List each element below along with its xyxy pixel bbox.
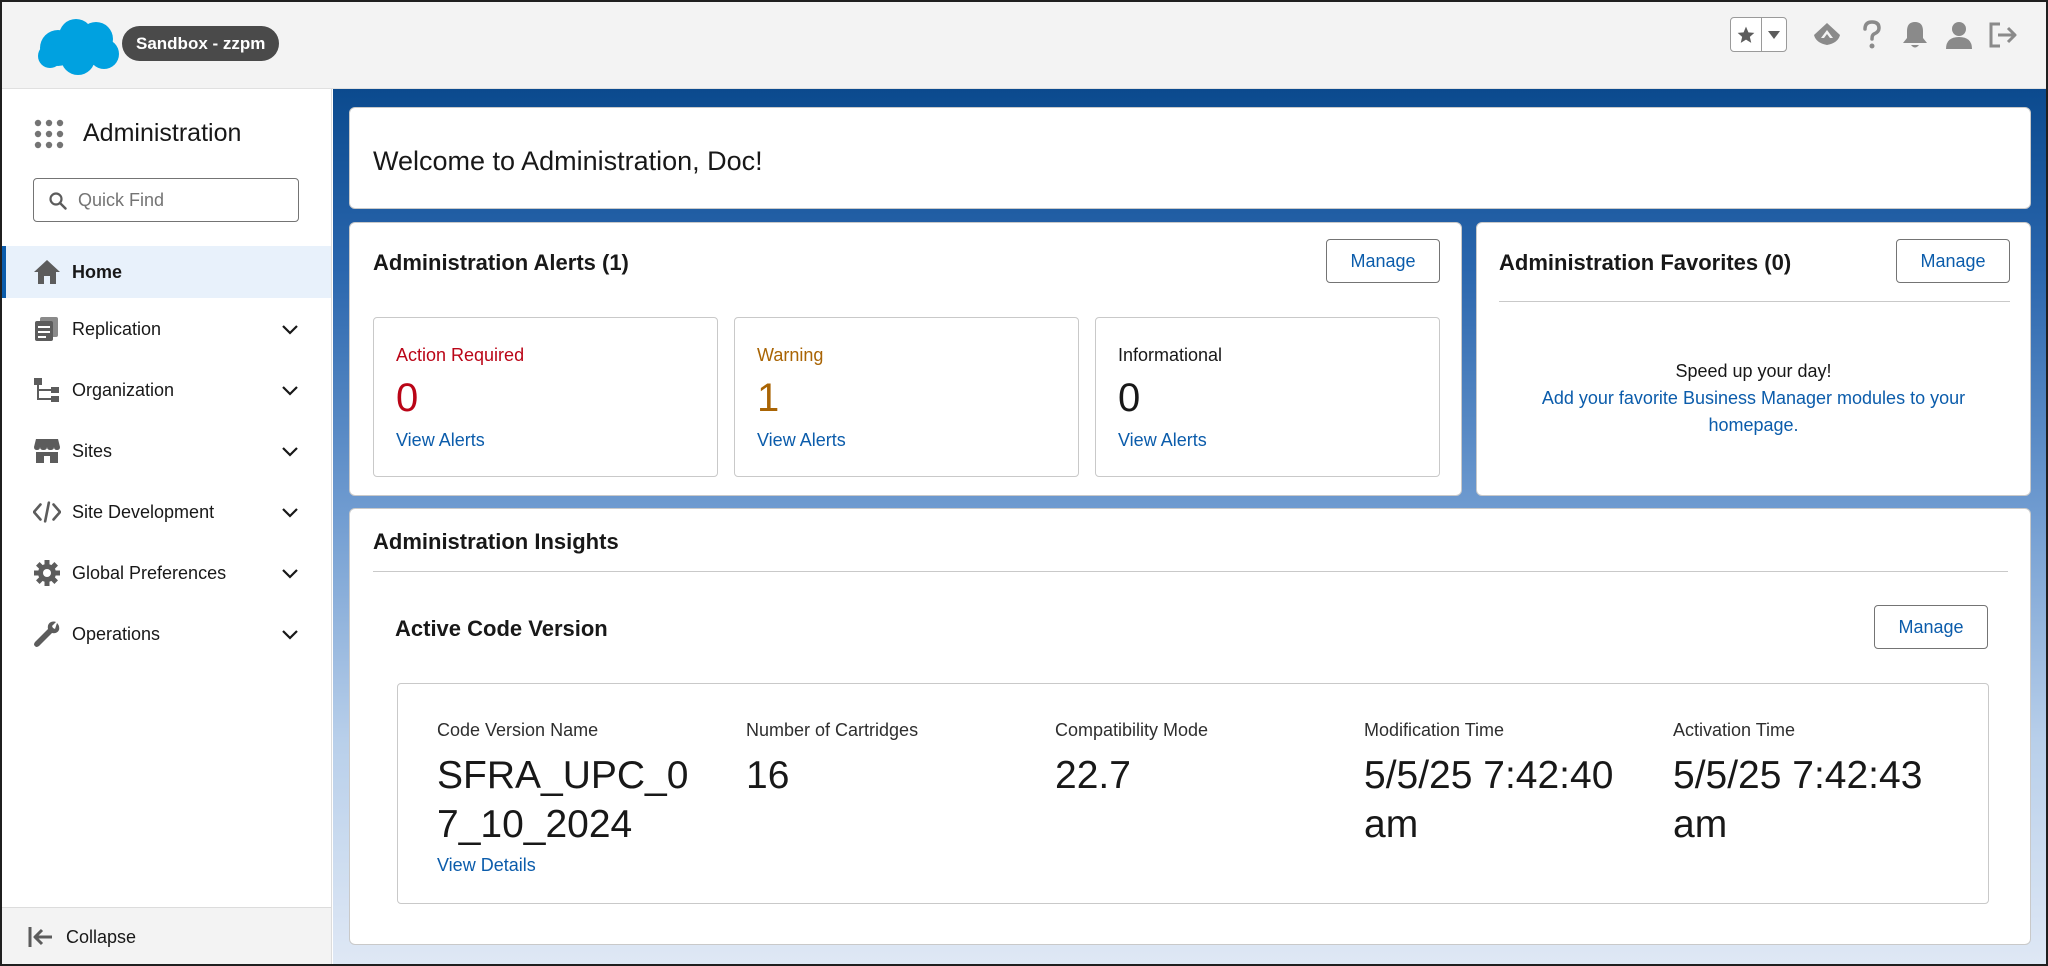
welcome-card: Welcome to Administration, Doc! <box>349 107 2031 209</box>
field-value: 22.7 <box>1055 754 1131 797</box>
view-details-link[interactable]: View Details <box>437 855 717 876</box>
administration-alerts-card: Administration Alerts (1) Manage Action … <box>349 222 1462 496</box>
chevron-down-icon[interactable] <box>278 378 302 402</box>
chevron-down-icon[interactable] <box>278 500 302 524</box>
favorites-divider <box>1499 301 2010 302</box>
alert-label: Warning <box>757 345 824 365</box>
chevron-down-icon[interactable] <box>278 622 302 646</box>
alerts-manage-button[interactable]: Manage <box>1326 239 1440 283</box>
sidebar-item-label: Organization <box>72 379 175 400</box>
field-label: Code Version Name <box>437 720 599 740</box>
search-icon <box>49 192 67 210</box>
favorites-empty-message: Speed up your day! <box>1675 361 1832 381</box>
administration-insights-card: Administration Insights Active Code Vers… <box>349 508 2031 945</box>
favorites-button-group <box>1730 17 1787 52</box>
field-label: Modification Time <box>1364 720 1505 740</box>
activation-time-field: Activation Time 5/5/25 7:42:43 am <box>1673 720 1963 849</box>
welcome-heading: Welcome to Administration, Doc! <box>373 146 763 176</box>
sidebar-item-home[interactable]: Home <box>2 246 331 298</box>
field-label: Activation Time <box>1673 720 1796 740</box>
sidebar-item-global-preferences[interactable]: Global Preferences <box>2 547 331 599</box>
sidebar-item-label: Operations <box>72 623 161 644</box>
field-value: SFRA_UPC_07_10_2024 <box>437 754 689 846</box>
sidebar-item-site-development[interactable]: Site Development <box>2 486 331 538</box>
sidebar-item-replication[interactable]: Replication <box>2 303 331 355</box>
active-code-version-title: Active Code Version <box>395 616 608 641</box>
notifications-bell-icon[interactable] <box>1899 19 1931 51</box>
alert-label: Informational <box>1118 345 1223 365</box>
collapse-icon <box>28 927 52 947</box>
favorites-manage-button[interactable]: Manage <box>1896 239 2010 283</box>
insights-divider <box>373 571 2008 572</box>
trailhead-icon[interactable] <box>1811 19 1843 51</box>
sidebar-item-label: Replication <box>72 318 162 339</box>
sidebar-item-label: Global Preferences <box>72 562 227 583</box>
collapse-sidebar-button[interactable]: Collapse <box>2 907 331 964</box>
field-value: 5/5/25 7:42:40 am <box>1364 754 1614 846</box>
modification-time-field: Modification Time 5/5/25 7:42:40 am <box>1364 720 1654 849</box>
home-icon <box>33 258 61 286</box>
alert-box-informational: Informational 0 View Alerts <box>1095 317 1440 477</box>
view-alerts-link[interactable]: View Alerts <box>757 430 846 451</box>
favorites-add-link[interactable]: Add your favorite Business Manager modul… <box>1477 385 2030 439</box>
sidebar-navigation: Administration Home Rep <box>2 89 332 964</box>
chevron-down-icon[interactable] <box>278 439 302 463</box>
field-value: 16 <box>746 754 790 797</box>
insights-title: Administration Insights <box>373 529 619 554</box>
gear-icon <box>33 559 61 587</box>
sidebar-item-organization[interactable]: Organization <box>2 364 331 416</box>
view-alerts-link[interactable]: View Alerts <box>1118 430 1207 451</box>
org-name-badge: Sandbox - zzpm <box>122 26 280 61</box>
view-alerts-link[interactable]: View Alerts <box>396 430 485 451</box>
field-value: 5/5/25 7:42:43 am <box>1673 754 1923 846</box>
main-content: Welcome to Administration, Doc! Administ… <box>333 89 2046 964</box>
organization-icon <box>33 376 61 404</box>
app-window: Sandbox - zzpm Administration Quick Find… <box>0 0 2048 966</box>
code-icon <box>33 498 61 526</box>
sidebar-item-sites[interactable]: Sites <box>2 425 331 477</box>
wrench-icon <box>33 620 61 648</box>
compatibility-mode-field: Compatibility Mode 22.7 <box>1055 720 1335 800</box>
code-version-name-field: Code Version Name SFRA_UPC_07_10_2024 Vi… <box>437 720 717 876</box>
cartridges-count-field: Number of Cartridges 16 <box>746 720 1026 800</box>
favorites-title: Administration Favorites (0) <box>1499 250 1792 275</box>
help-icon[interactable] <box>1856 19 1888 51</box>
alert-label: Action Required <box>396 345 525 365</box>
storefront-icon <box>33 437 61 465</box>
alert-count: 0 <box>396 376 419 420</box>
quick-find-input[interactable] <box>78 179 293 221</box>
code-version-details: Code Version Name SFRA_UPC_07_10_2024 Vi… <box>397 683 1989 904</box>
code-version-manage-button[interactable]: Manage <box>1874 605 1988 649</box>
sidebar-item-label: Site Development <box>72 501 215 522</box>
replication-icon <box>33 315 61 343</box>
global-header: Sandbox - zzpm <box>2 2 2046 89</box>
logout-icon[interactable] <box>1987 19 2019 51</box>
alert-box-action-required: Action Required 0 View Alerts <box>373 317 718 477</box>
favorites-star-icon[interactable] <box>1731 18 1762 51</box>
salesforce-cloud-logo[interactable] <box>36 16 122 76</box>
field-label: Compatibility Mode <box>1055 720 1209 740</box>
alert-box-warning: Warning 1 View Alerts <box>734 317 1079 477</box>
quick-find-field[interactable] <box>33 178 299 222</box>
administration-favorites-card: Administration Favorites (0) Manage Spee… <box>1476 222 2031 496</box>
app-launcher-icon[interactable] <box>34 119 64 149</box>
app-title: Administration <box>83 119 242 147</box>
sidebar-item-label: Sites <box>72 440 113 461</box>
collapse-label: Collapse <box>66 927 137 947</box>
chevron-down-icon[interactable] <box>278 317 302 341</box>
favorites-dropdown-icon[interactable] <box>1762 18 1786 51</box>
field-label: Number of Cartridges <box>746 720 919 740</box>
sidebar-item-label: Home <box>72 261 123 282</box>
alerts-title: Administration Alerts (1) <box>373 250 629 275</box>
alert-count: 1 <box>757 376 780 420</box>
user-avatar-icon[interactable] <box>1943 19 1975 51</box>
chevron-down-icon[interactable] <box>278 561 302 585</box>
alert-count: 0 <box>1118 376 1141 420</box>
sidebar-item-operations[interactable]: Operations <box>2 608 331 660</box>
